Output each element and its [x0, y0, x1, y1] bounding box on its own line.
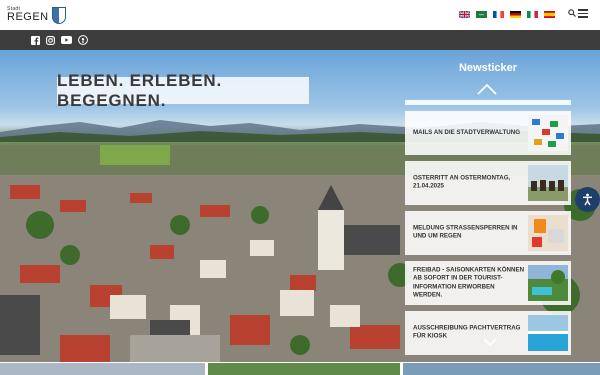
city-logo[interactable]: Stadt REGEN — [7, 5, 66, 25]
news-item-title: FREIBAD - SAISONKARTEN KÖNNEN AB SOFORT … — [413, 266, 525, 299]
flag-french-icon[interactable] — [493, 11, 504, 18]
flag-arabic-icon[interactable] — [476, 11, 487, 18]
news-item-title: AUSSCHREIBUNG PACHTVERTRAG FÜR KIOSK — [413, 324, 521, 340]
news-thumbnail — [528, 165, 568, 201]
flag-german-icon[interactable] — [510, 11, 521, 18]
news-thumbnail — [528, 265, 568, 301]
search-icon[interactable] — [568, 9, 576, 19]
logo-title: REGEN — [7, 11, 49, 23]
news-item[interactable]: OSTERRITT AN OSTERMONTAG, 21.04.2025 — [405, 161, 571, 205]
news-item-partial[interactable] — [405, 100, 571, 105]
newsticker-title: Newsticker — [458, 62, 518, 74]
teaser-images — [0, 363, 600, 375]
news-thumbnail — [528, 315, 568, 351]
language-switcher — [459, 11, 555, 18]
teaser-strip — [0, 362, 600, 375]
flag-italian-icon[interactable] — [527, 11, 538, 18]
news-thumbnail — [528, 215, 568, 251]
news-item[interactable]: FREIBAD - SAISONKARTEN KÖNNEN AB SOFORT … — [405, 261, 571, 305]
news-item-title: MAILS AN DIE STADTVERWALTUNG — [413, 128, 521, 136]
top-bar: Stadt REGEN — [0, 0, 600, 30]
facebook-icon[interactable] — [30, 35, 40, 45]
newsticker-list: MAILS AN DIE STADTVERWALTUNG OSTERRITT A… — [405, 100, 571, 361]
news-item[interactable]: MELDUNG STRASSENSPERREN IN UND UM REGEN — [405, 211, 571, 255]
social-bar — [0, 30, 600, 50]
chevron-down-icon[interactable] — [483, 335, 497, 349]
crest-icon — [51, 6, 66, 24]
hero-slogan: LEBEN. ERLEBEN. BEGEGNEN. — [57, 71, 309, 110]
hero-banner: LEBEN. ERLEBEN. BEGEGNEN. Newsticker MAI… — [0, 50, 600, 362]
news-item-title: MELDUNG STRASSENSPERREN IN UND UM REGEN — [413, 224, 518, 240]
news-item-title: OSTERRITT AN OSTERMONTAG, 21.04.2025 — [413, 174, 511, 190]
news-thumbnail — [528, 115, 568, 151]
podcast-icon[interactable] — [78, 35, 88, 45]
hamburger-menu-icon[interactable] — [578, 7, 588, 20]
slogan-text: LEBEN. ERLEBEN. BEGEGNEN. — [57, 70, 223, 110]
accessibility-icon[interactable] — [575, 187, 600, 212]
flag-spanish-icon[interactable] — [544, 11, 555, 18]
chevron-up-icon[interactable] — [477, 83, 497, 95]
youtube-icon[interactable] — [60, 35, 72, 45]
news-item[interactable]: MAILS AN DIE STADTVERWALTUNG — [405, 111, 571, 155]
instagram-icon[interactable] — [45, 35, 55, 45]
flag-english-icon[interactable] — [459, 11, 470, 18]
